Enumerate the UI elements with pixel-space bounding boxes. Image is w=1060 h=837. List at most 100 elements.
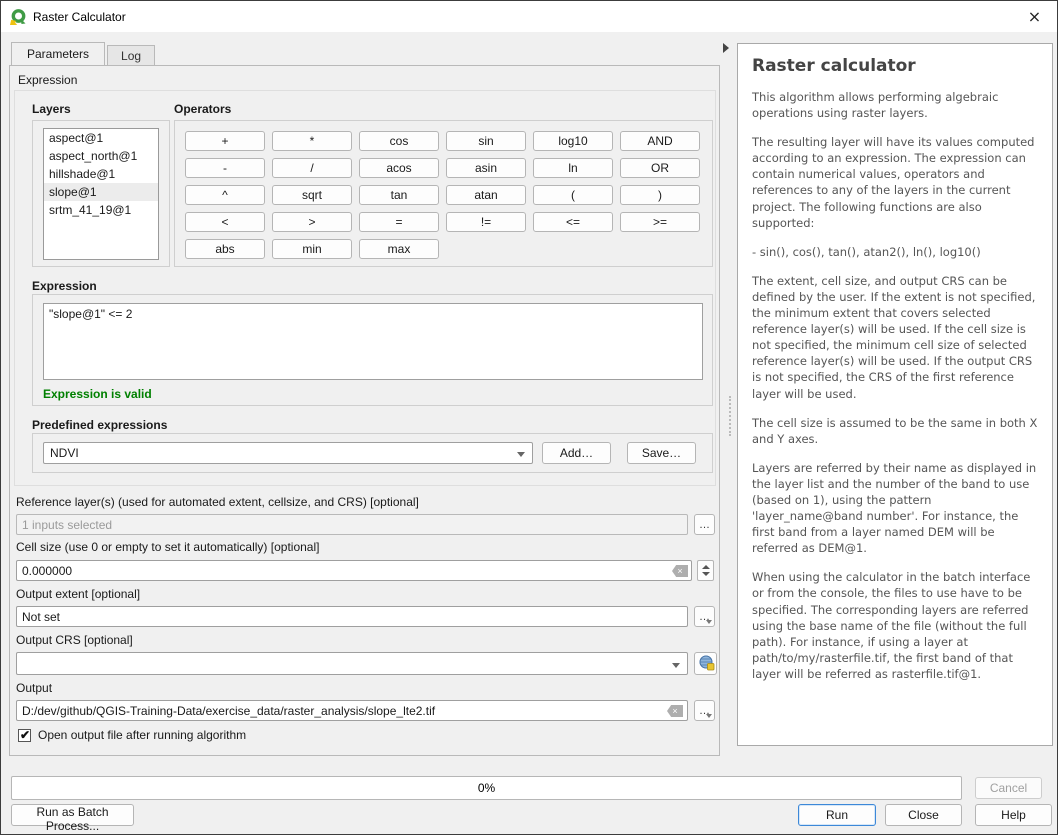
layers-heading: Layers (32, 102, 71, 116)
operator-power-button[interactable]: ^ (185, 185, 265, 205)
tab-log[interactable]: Log (107, 45, 155, 65)
expression-input[interactable]: "slope@1" <= 2 (43, 303, 703, 380)
expression-valid-status: Expression is valid (43, 387, 152, 401)
help-title: Raster calculator (752, 56, 1038, 76)
cell-size-label: Cell size (use 0 or empty to set it auto… (16, 540, 319, 554)
operator-ln-button[interactable]: ln (533, 158, 613, 178)
parameters-pane: Expression Layers aspect@1 aspect_north@… (9, 65, 720, 756)
operator-minus-button[interactable]: - (185, 158, 265, 178)
layer-item[interactable]: hillshade@1 (44, 165, 158, 183)
run-button[interactable]: Run (798, 804, 876, 826)
output-crs-label: Output CRS [optional] (16, 633, 133, 647)
select-crs-button[interactable] (694, 652, 717, 675)
operator-close-paren-button[interactable]: ) (620, 185, 700, 205)
cancel-button[interactable]: Cancel (975, 777, 1042, 799)
operator-open-paren-button[interactable]: ( (533, 185, 613, 205)
operator-less-than-button[interactable]: < (185, 212, 265, 232)
operator-abs-button[interactable]: abs (185, 239, 265, 259)
spin-up-icon[interactable] (702, 565, 710, 569)
predefined-expression-value: NDVI (50, 446, 79, 460)
expression-heading: Expression (32, 279, 97, 293)
operator-max-button[interactable]: max (359, 239, 439, 259)
output-file-browse-button[interactable]: … (694, 700, 715, 721)
operator-equals-button[interactable]: = (359, 212, 439, 232)
operator-not-equals-button[interactable]: != (446, 212, 526, 232)
operator-greater-equal-button[interactable]: >= (620, 212, 700, 232)
layer-item[interactable]: srtm_41_19@1 (44, 201, 158, 219)
open-output-checkbox-row[interactable]: ✔ Open output file after running algorit… (18, 728, 246, 742)
save-expression-button[interactable]: Save… (627, 442, 696, 464)
predefined-expression-select[interactable]: NDVI (43, 442, 533, 464)
collapse-panel-icon[interactable] (723, 43, 729, 53)
globe-icon (699, 655, 715, 671)
expression-frame: "slope@1" <= 2 Expression is valid (32, 294, 713, 406)
cell-size-input[interactable] (16, 560, 692, 581)
layer-item-selected[interactable]: slope@1 (44, 183, 158, 201)
operators-grid: + * cos sin log10 AND - / acos asin ln O… (185, 131, 700, 259)
operator-atan-button[interactable]: atan (446, 185, 526, 205)
tab-bar: Parameters Log (11, 42, 155, 65)
operator-sin-button[interactable]: sin (446, 131, 526, 151)
add-expression-button[interactable]: Add… (542, 442, 611, 464)
layers-list: aspect@1 aspect_north@1 hillshade@1 slop… (43, 128, 159, 260)
help-paragraph: The resulting layer will have its values… (752, 134, 1038, 231)
help-paragraph: - sin(), cos(), tan(), atan2(), ln(), lo… (752, 244, 1038, 260)
output-crs-select[interactable] (16, 652, 688, 675)
progress-text: 0% (478, 781, 495, 795)
operators-frame: + * cos sin log10 AND - / acos asin ln O… (174, 120, 713, 267)
operator-and-button[interactable]: AND (620, 131, 700, 151)
help-paragraph: The extent, cell size, and output CRS ca… (752, 273, 1038, 402)
chevron-down-icon (517, 452, 525, 457)
predefined-expressions-frame: NDVI Add… Save… (32, 433, 713, 473)
operator-acos-button[interactable]: acos (359, 158, 439, 178)
operator-log10-button[interactable]: log10 (533, 131, 613, 151)
output-label: Output (16, 681, 52, 695)
reference-layers-browse-button[interactable]: … (694, 514, 715, 535)
operator-asin-button[interactable]: asin (446, 158, 526, 178)
cell-size-stepper[interactable] (697, 560, 714, 581)
help-paragraph: The cell size is assumed to be the same … (752, 415, 1038, 447)
reference-layers-label: Reference layer(s) (used for automated e… (16, 495, 419, 509)
output-extent-input[interactable] (16, 606, 688, 627)
tab-parameters[interactable]: Parameters (11, 42, 105, 65)
operator-min-button[interactable]: min (272, 239, 352, 259)
help-paragraph: When using the calculator in the batch i… (752, 569, 1038, 682)
window-title: Raster Calculator (33, 10, 126, 24)
panel-splitter-handle[interactable] (729, 396, 732, 436)
operator-sqrt-button[interactable]: sqrt (272, 185, 352, 205)
operator-divide-button[interactable]: / (272, 158, 352, 178)
layers-frame: aspect@1 aspect_north@1 hillshade@1 slop… (32, 120, 170, 267)
chevron-down-icon (672, 663, 680, 668)
close-button[interactable]: Close (885, 804, 962, 826)
operator-cos-button[interactable]: cos (359, 131, 439, 151)
run-as-batch-button[interactable]: Run as Batch Process... (11, 804, 134, 826)
operator-less-equal-button[interactable]: <= (533, 212, 613, 232)
raster-calculator-dialog: Raster Calculator × Parameters Log Expre… (0, 0, 1058, 835)
help-paragraph: This algorithm allows performing algebra… (752, 89, 1038, 121)
chevron-down-icon (706, 620, 712, 624)
chevron-down-icon (706, 714, 712, 718)
operator-tan-button[interactable]: tan (359, 185, 439, 205)
qgis-logo-icon (9, 8, 27, 26)
help-paragraph: Layers are referred by their name as dis… (752, 460, 1038, 557)
output-extent-label: Output extent [optional] (16, 587, 140, 601)
output-file-input[interactable] (16, 700, 688, 721)
operator-greater-than-button[interactable]: > (272, 212, 352, 232)
help-panel: Raster calculator This algorithm allows … (737, 43, 1053, 746)
open-output-checkbox-label: Open output file after running algorithm (38, 728, 246, 742)
operators-heading: Operators (174, 102, 231, 116)
reference-layers-input[interactable] (16, 514, 688, 535)
layer-item[interactable]: aspect_north@1 (44, 147, 158, 165)
predefined-expressions-heading: Predefined expressions (32, 418, 167, 432)
expression-parameter-label: Expression (18, 73, 77, 87)
output-extent-browse-button[interactable]: … (694, 606, 715, 627)
help-button[interactable]: Help (975, 804, 1052, 826)
checkbox-checked-icon[interactable]: ✔ (18, 729, 31, 742)
operator-multiply-button[interactable]: * (272, 131, 352, 151)
operator-plus-button[interactable]: + (185, 131, 265, 151)
close-icon[interactable]: × (1012, 1, 1057, 32)
titlebar: Raster Calculator × (1, 1, 1057, 32)
layer-item[interactable]: aspect@1 (44, 129, 158, 147)
spin-down-icon[interactable] (702, 572, 710, 576)
operator-or-button[interactable]: OR (620, 158, 700, 178)
